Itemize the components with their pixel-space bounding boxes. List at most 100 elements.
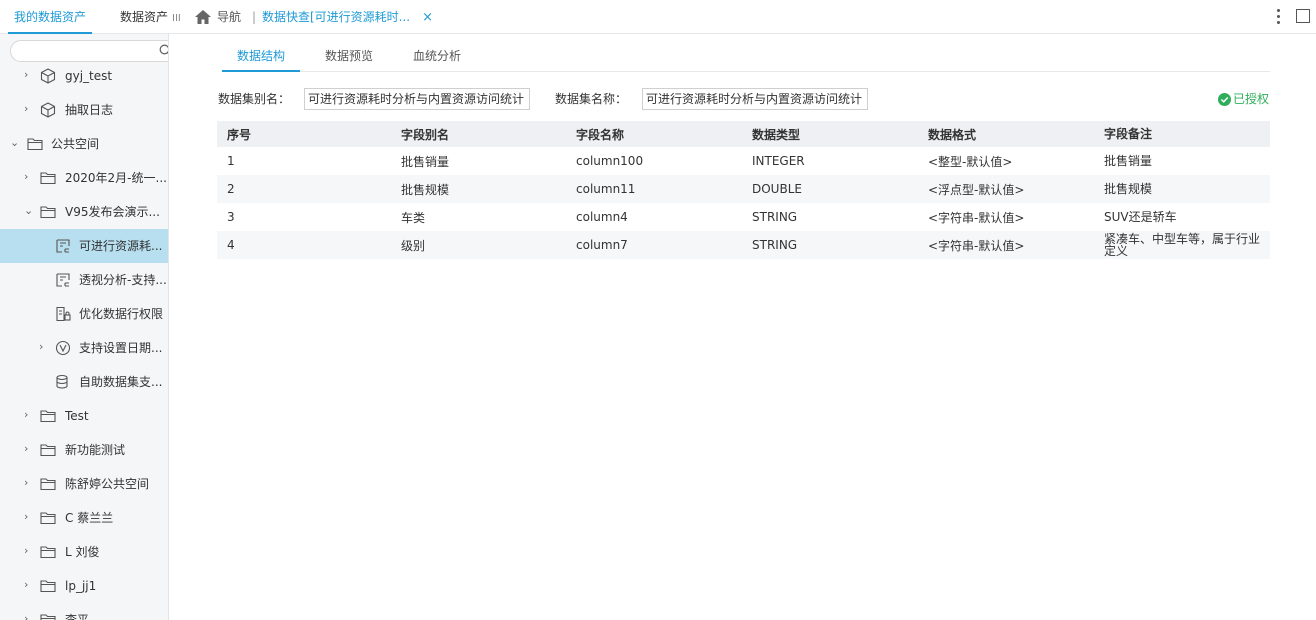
- folder-icon: [40, 580, 56, 593]
- chevron-right-icon[interactable]: ›: [24, 511, 34, 522]
- home-icon: [195, 10, 211, 24]
- resource-tree-sidebar: › gyj_test › 抽取日志 ⌄ 公共空间 › 2020年2月-统一...…: [0, 34, 169, 620]
- header-index: 序号: [227, 127, 252, 142]
- tree-item-label: C 蔡兰兰: [65, 511, 114, 525]
- cell-field-remark: SUV还是轿车: [1104, 210, 1177, 224]
- cell-data-format: <浮点型-默认值>: [928, 182, 1025, 197]
- folder-icon: [40, 478, 56, 491]
- folder-icon: [40, 172, 56, 185]
- cell-data-format: <字符串-默认值>: [928, 238, 1025, 253]
- tree-item-row-permission[interactable]: 优化数据行权限: [0, 297, 168, 331]
- top-tab-bar: 我的数据资产 数据资产 III 导航 | 数据快查[可进行资源耗时... ×: [0, 0, 1316, 34]
- chevron-right-icon[interactable]: ›: [24, 171, 34, 182]
- tree-item-date-setting[interactable]: › 支持设置日期...: [0, 331, 168, 365]
- cell-field-name: column4: [576, 210, 628, 224]
- tree-item-label: V95发布会演示...: [65, 205, 160, 219]
- tree-item-v95[interactable]: ⌄ V95发布会演示...: [0, 195, 168, 229]
- chevron-right-icon[interactable]: ›: [24, 545, 34, 556]
- search-icon[interactable]: [159, 44, 169, 57]
- tree-item-resource-timing[interactable]: 可进行资源耗...: [0, 229, 168, 263]
- tab-separator: |: [252, 10, 257, 24]
- tree-item-self-service[interactable]: 自助数据集支...: [0, 365, 168, 399]
- more-vertical-icon[interactable]: [1271, 6, 1285, 28]
- table-row[interactable]: 2 批售规模 column11 DOUBLE <浮点型-默认值> 批售规模: [217, 175, 1270, 203]
- folder-icon: [40, 206, 56, 219]
- folder-icon: [40, 410, 56, 423]
- tab-lineage-analysis[interactable]: 血统分析: [398, 42, 476, 72]
- tree-item-label: gyj_test: [65, 69, 113, 83]
- cell-field-remark: 紧凑车、中型车等，属于行业定义: [1104, 232, 1261, 258]
- cell-field-alias: 批售销量: [401, 154, 450, 169]
- chevron-right-icon[interactable]: ›: [39, 341, 49, 352]
- tab-my-data-assets[interactable]: 我的数据资产: [8, 0, 92, 34]
- auth-status-badge: 已授权: [1218, 91, 1269, 107]
- tree-item-gyj-test[interactable]: › gyj_test: [0, 59, 168, 93]
- dataset-alias-label: 数据集别名：: [218, 92, 291, 106]
- tree-item-c-cai[interactable]: › C 蔡兰兰: [0, 501, 168, 535]
- chevron-right-icon[interactable]: ›: [24, 69, 34, 80]
- dataset-icon: [56, 239, 70, 253]
- table-row[interactable]: 1 批售销量 column100 INTEGER <整型-默认值> 批售销量: [217, 147, 1270, 175]
- tab-data-assets-label: 数据资产: [120, 10, 169, 24]
- content-tabs: 数据结构 数据预览 血统分析: [222, 42, 1270, 72]
- tree-item-label: 李平: [65, 613, 90, 620]
- header-data-type: 数据类型: [752, 127, 801, 142]
- tab-data-preview[interactable]: 数据预览: [310, 42, 388, 72]
- cell-data-type: INTEGER: [752, 154, 805, 168]
- tree-item-pivot-analysis[interactable]: 透视分析-支持...: [0, 263, 168, 297]
- dataset-icon: [56, 273, 70, 287]
- field-structure-table: 序号 字段别名 字段名称 数据类型 数据格式 字段备注 1 批售销量 colum…: [217, 121, 1270, 259]
- dataset-name-field[interactable]: 可进行资源耗时分析与内置资源访问统计: [642, 88, 868, 110]
- cell-data-type: STRING: [752, 238, 798, 252]
- main-panel: 数据结构 数据预览 血统分析 数据集别名： 可进行资源耗时分析与内置资源访问统计…: [170, 34, 1316, 620]
- tree-item-l-liu[interactable]: › L 刘俊: [0, 535, 168, 569]
- dataset-alias-field[interactable]: 可进行资源耗时分析与内置资源访问统计: [304, 88, 530, 110]
- tab-menu-icon[interactable]: III: [172, 13, 181, 24]
- table-row[interactable]: 4 级别 column7 STRING <字符串-默认值> 紧凑车、中型车等，属…: [217, 231, 1270, 259]
- chevron-right-icon[interactable]: ›: [24, 477, 34, 488]
- check-circle-icon: [1218, 92, 1231, 106]
- chevron-right-icon[interactable]: ›: [24, 409, 34, 420]
- tab-quick-view-label: 数据快查[可进行资源耗时...: [262, 10, 411, 24]
- cell-data-format: <整型-默认值>: [928, 154, 1013, 169]
- cell-data-type: DOUBLE: [752, 182, 802, 196]
- cell-index: 3: [227, 210, 235, 224]
- tree-item-new-feature-test[interactable]: › 新功能测试: [0, 433, 168, 467]
- tree-item-2020-feb[interactable]: › 2020年2月-统一...: [0, 161, 168, 195]
- chevron-down-icon[interactable]: ⌄: [10, 137, 20, 148]
- chevron-right-icon[interactable]: ›: [24, 443, 34, 454]
- tree-item-test[interactable]: › Test: [0, 399, 168, 433]
- tree-item-public-space[interactable]: ⌄ 公共空间: [0, 127, 168, 161]
- folder-icon: [40, 444, 56, 457]
- header-data-format: 数据格式: [928, 127, 977, 142]
- tree-item-li-ping[interactable]: › 李平: [0, 603, 168, 620]
- folder-icon: [40, 546, 56, 559]
- tree-item-chen-space[interactable]: › 陈舒婷公共空间: [0, 467, 168, 501]
- v-circle-icon: [55, 340, 71, 356]
- tab-navigation-label: 导航: [217, 10, 242, 24]
- tree-item-lp-jj1[interactable]: › lp_jj1: [0, 569, 168, 603]
- chevron-right-icon[interactable]: ›: [24, 613, 34, 620]
- tab-navigation[interactable]: 导航: [195, 0, 241, 34]
- folder-icon: [40, 614, 56, 620]
- tab-data-structure[interactable]: 数据结构: [222, 42, 300, 72]
- tree-item-label: lp_jj1: [65, 579, 97, 593]
- close-icon[interactable]: ×: [422, 10, 433, 25]
- tree-item-extract-log[interactable]: › 抽取日志: [0, 93, 168, 127]
- tree-item-label: 优化数据行权限: [79, 307, 164, 321]
- table-row[interactable]: 3 车类 column4 STRING <字符串-默认值> SUV还是轿车: [217, 203, 1270, 231]
- tree-item-label: 新功能测试: [65, 443, 126, 457]
- chevron-right-icon[interactable]: ›: [24, 579, 34, 590]
- cell-index: 2: [227, 182, 235, 196]
- doc-lock-icon: [56, 306, 71, 322]
- chevron-down-icon[interactable]: ⌄: [24, 205, 34, 216]
- chevron-right-icon[interactable]: ›: [24, 103, 34, 114]
- tab-quick-view[interactable]: 数据快查[可进行资源耗时... ×: [262, 0, 433, 34]
- maximize-icon[interactable]: [1296, 9, 1310, 23]
- cell-index: 1: [227, 154, 235, 168]
- tab-data-assets[interactable]: 数据资产 III: [120, 0, 181, 34]
- tree-search-input[interactable]: [19, 41, 159, 61]
- cell-field-name: column11: [576, 182, 636, 196]
- header-field-remark: 字段备注: [1104, 127, 1153, 141]
- auth-status-label: 已授权: [1233, 92, 1270, 106]
